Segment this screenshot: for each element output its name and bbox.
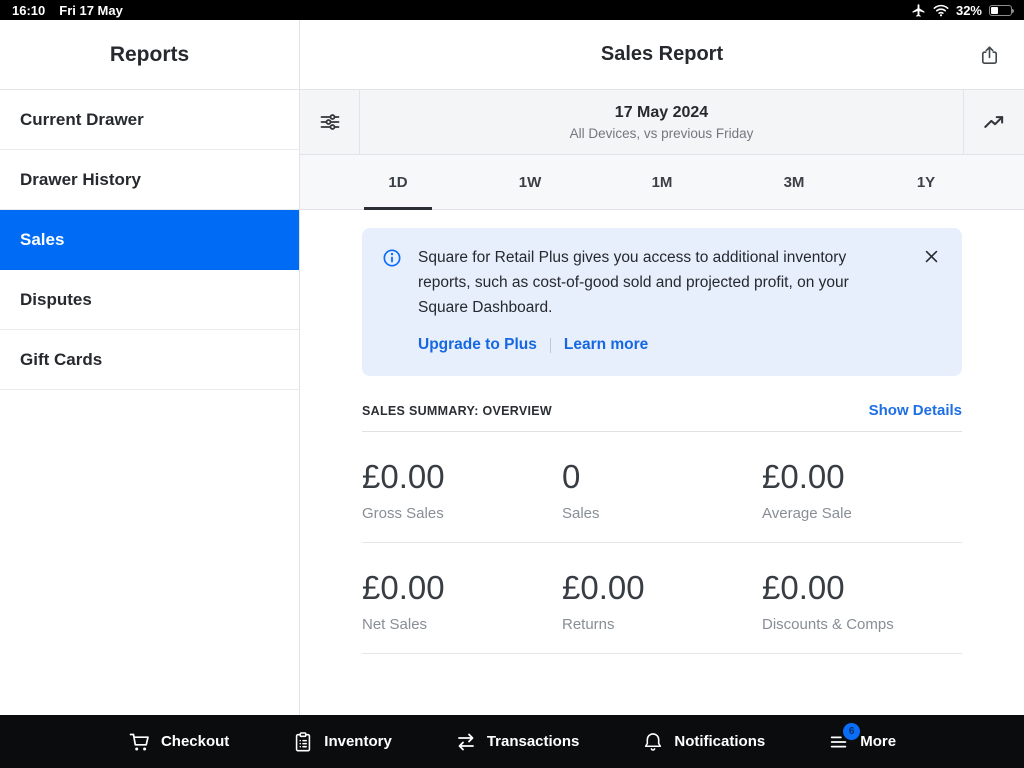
chart-toggle-button[interactable] bbox=[963, 90, 1024, 154]
nav-label: Transactions bbox=[487, 733, 580, 750]
metric-average-sale: £0.00 Average Sale bbox=[762, 432, 962, 542]
metric-label: Sales bbox=[562, 505, 762, 522]
status-date: Fri 17 May bbox=[59, 3, 123, 18]
nav-checkout[interactable]: Checkout bbox=[128, 730, 229, 754]
sidebar-item-label: Sales bbox=[20, 230, 64, 250]
close-icon bbox=[923, 248, 940, 265]
page-header: Sales Report bbox=[300, 20, 1024, 90]
metric-value: £0.00 bbox=[762, 458, 962, 496]
tab-1m[interactable]: 1M bbox=[596, 155, 728, 209]
metric-value: £0.00 bbox=[362, 458, 562, 496]
metric-label: Gross Sales bbox=[362, 505, 562, 522]
bell-icon bbox=[641, 730, 665, 754]
share-button[interactable] bbox=[974, 40, 1004, 70]
metric-value: £0.00 bbox=[362, 569, 562, 607]
metrics-row-2: £0.00 Net Sales £0.00 Returns £0.00 Disc… bbox=[362, 543, 962, 654]
date-range-selector[interactable]: 17 May 2024 All Devices, vs previous Fri… bbox=[360, 90, 963, 154]
cart-icon bbox=[128, 730, 152, 754]
link-separator bbox=[550, 338, 551, 353]
learn-more-link[interactable]: Learn more bbox=[564, 333, 648, 358]
sidebar-item-drawer-history[interactable]: Drawer History bbox=[0, 150, 299, 210]
sidebar-item-label: Gift Cards bbox=[20, 350, 102, 370]
sidebar-item-disputes[interactable]: Disputes bbox=[0, 270, 299, 330]
selected-date: 17 May 2024 bbox=[615, 104, 708, 122]
nav-label: Notifications bbox=[674, 733, 765, 750]
metric-value: 0 bbox=[562, 458, 762, 496]
sidebar-item-sales[interactable]: Sales bbox=[0, 210, 299, 270]
date-filter-bar: 17 May 2024 All Devices, vs previous Fri… bbox=[300, 90, 1024, 155]
nav-inventory[interactable]: Inventory bbox=[291, 730, 392, 754]
tab-3m[interactable]: 3M bbox=[728, 155, 860, 209]
sidebar-item-label: Current Drawer bbox=[20, 110, 144, 130]
metric-gross-sales: £0.00 Gross Sales bbox=[362, 432, 562, 542]
metric-label: Discounts & Comps bbox=[762, 616, 962, 633]
info-icon bbox=[382, 248, 402, 268]
tab-1w[interactable]: 1W bbox=[464, 155, 596, 209]
tab-1y[interactable]: 1Y bbox=[860, 155, 992, 209]
airplane-mode-icon bbox=[911, 3, 926, 18]
banner-close-button[interactable] bbox=[921, 246, 942, 267]
metric-sales-count: 0 Sales bbox=[562, 432, 762, 542]
status-bar: 16:10 Fri 17 May 32% bbox=[0, 0, 1024, 20]
upgrade-to-plus-link[interactable]: Upgrade to Plus bbox=[418, 333, 537, 358]
nav-label: More bbox=[860, 733, 896, 750]
retail-plus-banner: Square for Retail Plus gives you access … bbox=[362, 228, 962, 376]
status-time: 16:10 bbox=[12, 3, 45, 18]
notification-badge: 6 bbox=[843, 723, 860, 740]
trend-line-icon bbox=[981, 109, 1007, 135]
page-title: Sales Report bbox=[601, 43, 723, 66]
nav-more[interactable]: 6 More bbox=[827, 730, 896, 754]
wifi-icon bbox=[933, 4, 949, 17]
sidebar-title: Reports bbox=[0, 20, 299, 90]
report-content: Square for Retail Plus gives you access … bbox=[300, 210, 1024, 715]
banner-text: Square for Retail Plus gives you access … bbox=[418, 246, 888, 320]
share-icon bbox=[978, 44, 1001, 67]
nav-transactions[interactable]: Transactions bbox=[454, 730, 580, 754]
sidebar-item-label: Disputes bbox=[20, 290, 92, 310]
transfer-arrows-icon bbox=[454, 730, 478, 754]
nav-label: Checkout bbox=[161, 733, 229, 750]
metric-returns: £0.00 Returns bbox=[562, 543, 762, 653]
metric-net-sales: £0.00 Net Sales bbox=[362, 543, 562, 653]
metric-label: Net Sales bbox=[362, 616, 562, 633]
sales-summary-header: SALES SUMMARY: OVERVIEW Show Details bbox=[362, 402, 962, 432]
menu-icon: 6 bbox=[827, 730, 851, 754]
date-comparison-subtitle: All Devices, vs previous Friday bbox=[570, 126, 754, 141]
bottom-navigation: Checkout Inventory Transactions Notifica… bbox=[0, 715, 1024, 768]
sales-summary-title: SALES SUMMARY: OVERVIEW bbox=[362, 404, 552, 418]
status-time-date: 16:10 Fri 17 May bbox=[12, 3, 123, 18]
metric-value: £0.00 bbox=[562, 569, 762, 607]
metric-value: £0.00 bbox=[762, 569, 962, 607]
time-period-tabs: 1D 1W 1M 3M 1Y bbox=[300, 155, 1024, 210]
clipboard-icon bbox=[291, 730, 315, 754]
sidebar-item-current-drawer[interactable]: Current Drawer bbox=[0, 90, 299, 150]
metric-discounts-comps: £0.00 Discounts & Comps bbox=[762, 543, 962, 653]
tab-1d[interactable]: 1D bbox=[332, 155, 464, 209]
metric-label: Average Sale bbox=[762, 505, 962, 522]
show-details-link[interactable]: Show Details bbox=[869, 402, 962, 419]
nav-notifications[interactable]: Notifications bbox=[641, 730, 765, 754]
metric-label: Returns bbox=[562, 616, 762, 633]
sidebar-item-gift-cards[interactable]: Gift Cards bbox=[0, 330, 299, 390]
filter-button[interactable] bbox=[300, 90, 360, 154]
reports-sidebar: Reports Current Drawer Drawer History Sa… bbox=[0, 20, 300, 715]
filter-sliders-icon bbox=[318, 110, 342, 134]
nav-label: Inventory bbox=[324, 733, 392, 750]
metrics-row-1: £0.00 Gross Sales 0 Sales £0.00 Average … bbox=[362, 432, 962, 543]
sidebar-item-label: Drawer History bbox=[20, 170, 141, 190]
battery-icon bbox=[989, 5, 1012, 16]
battery-percent-label: 32% bbox=[956, 3, 982, 18]
